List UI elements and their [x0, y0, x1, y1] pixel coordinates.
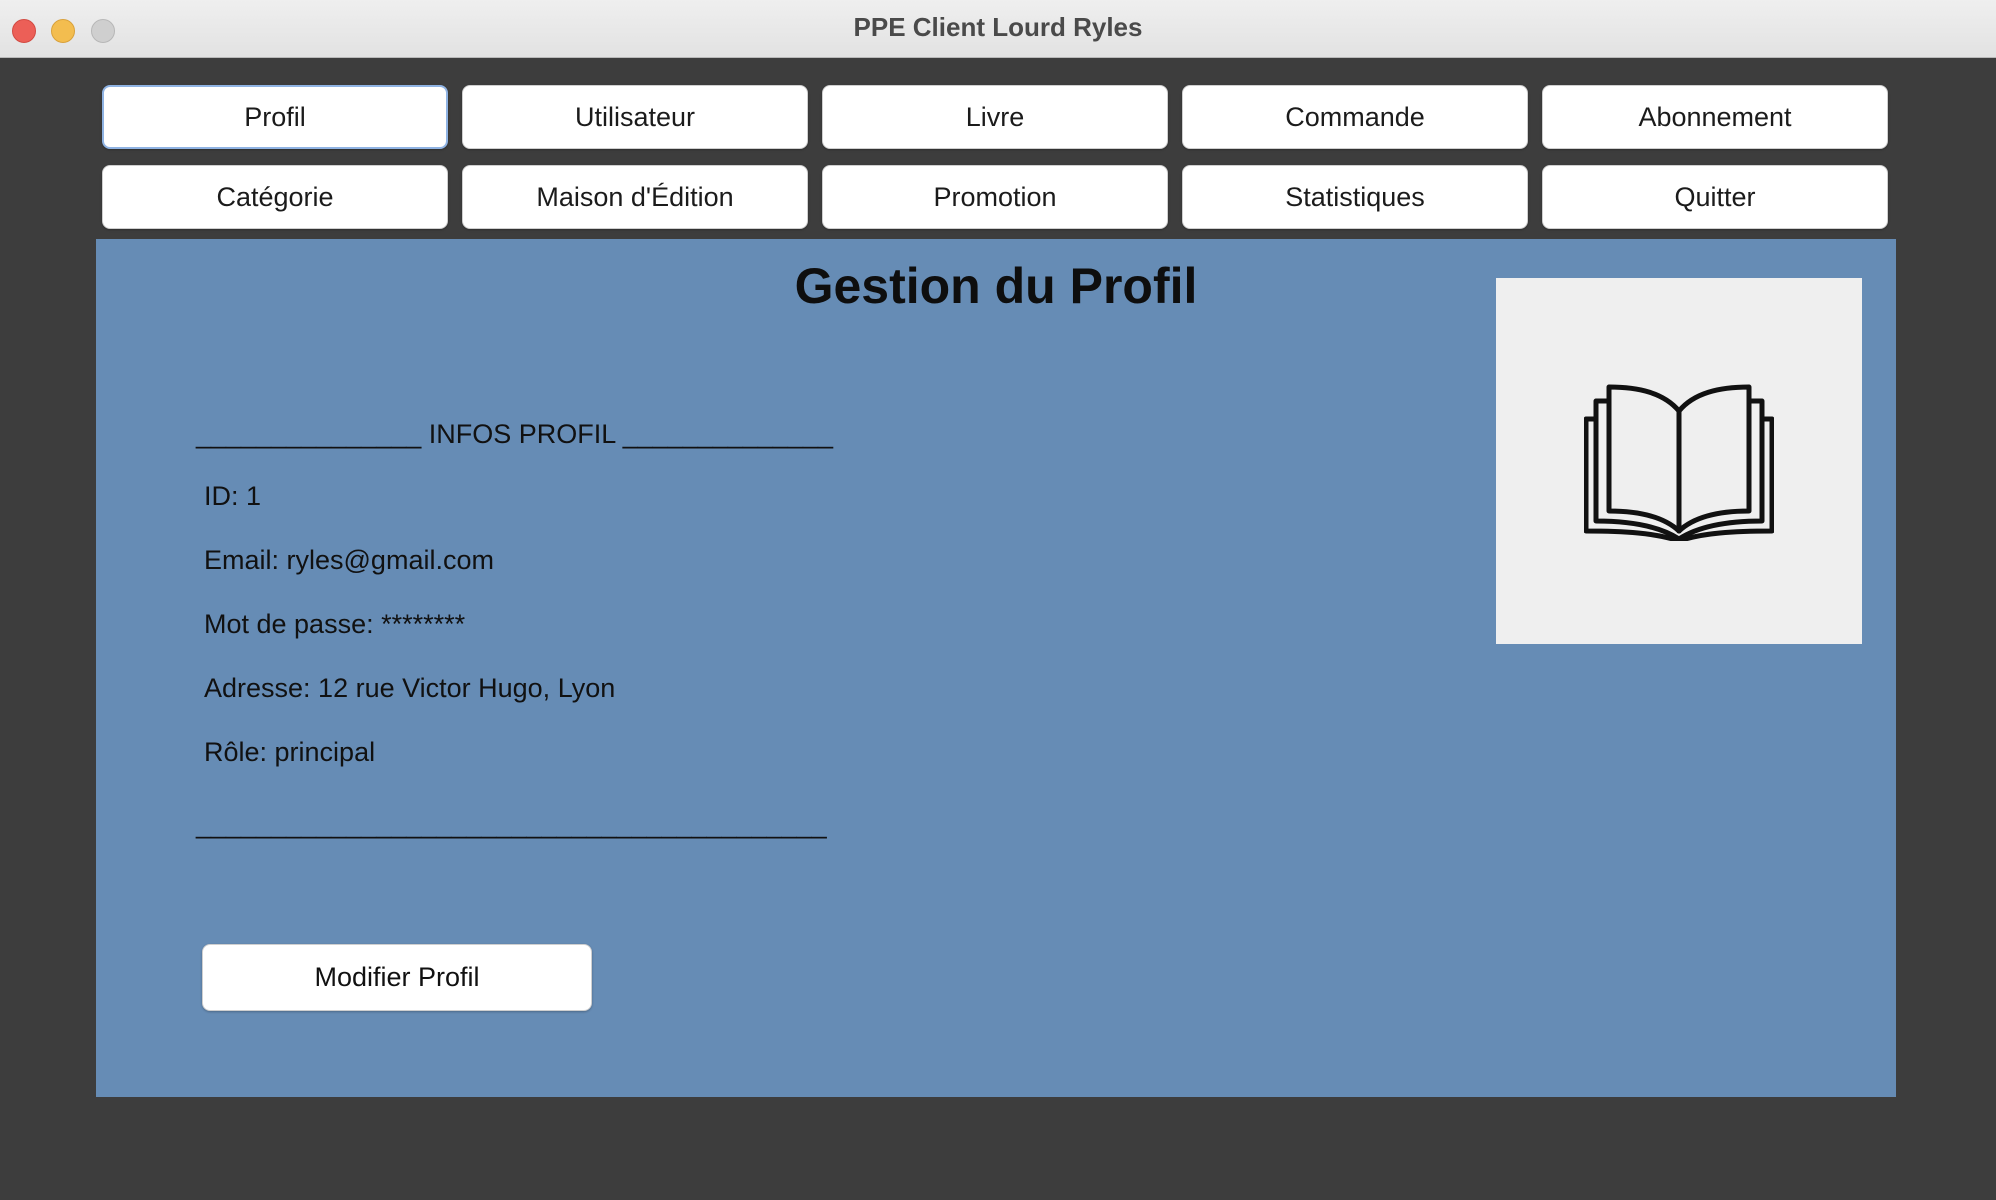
infos-header-line: _______________ INFOS PROFIL ___________… [196, 419, 833, 449]
title-bar: PPE Client Lourd Ryles [0, 0, 1996, 58]
nav-button-commande[interactable]: Commande [1182, 85, 1528, 149]
profile-password: Mot de passe: ******** [204, 609, 466, 639]
profile-email: Email: ryles@gmail.com [204, 545, 494, 575]
profile-address: Adresse: 12 rue Victor Hugo, Lyon [204, 673, 616, 703]
profile-image [1496, 278, 1862, 644]
nav-button-utilisateur[interactable]: Utilisateur [462, 85, 808, 149]
nav-button-profil[interactable]: Profil [102, 85, 448, 149]
infos-footer-line: ________________________________________… [196, 809, 827, 839]
profile-panel: Gestion du Profil _______________ INFOS … [96, 239, 1896, 1097]
nav-button-statistiques[interactable]: Statistiques [1182, 165, 1528, 229]
nav-button-categorie[interactable]: Catégorie [102, 165, 448, 229]
open-book-icon [1584, 384, 1774, 541]
nav-button-quitter[interactable]: Quitter [1542, 165, 1888, 229]
profile-role: Rôle: principal [204, 737, 376, 767]
nav-button-abonnement[interactable]: Abonnement [1542, 85, 1888, 149]
modify-profile-button[interactable]: Modifier Profil [202, 944, 592, 1011]
window-title: PPE Client Lourd Ryles [853, 12, 1143, 42]
nav-button-livre[interactable]: Livre [822, 85, 1168, 149]
nav-button-promotion[interactable]: Promotion [822, 165, 1168, 229]
nav-button-maison-edition[interactable]: Maison d'Édition [462, 165, 808, 229]
profile-id: ID: 1 [204, 481, 262, 511]
